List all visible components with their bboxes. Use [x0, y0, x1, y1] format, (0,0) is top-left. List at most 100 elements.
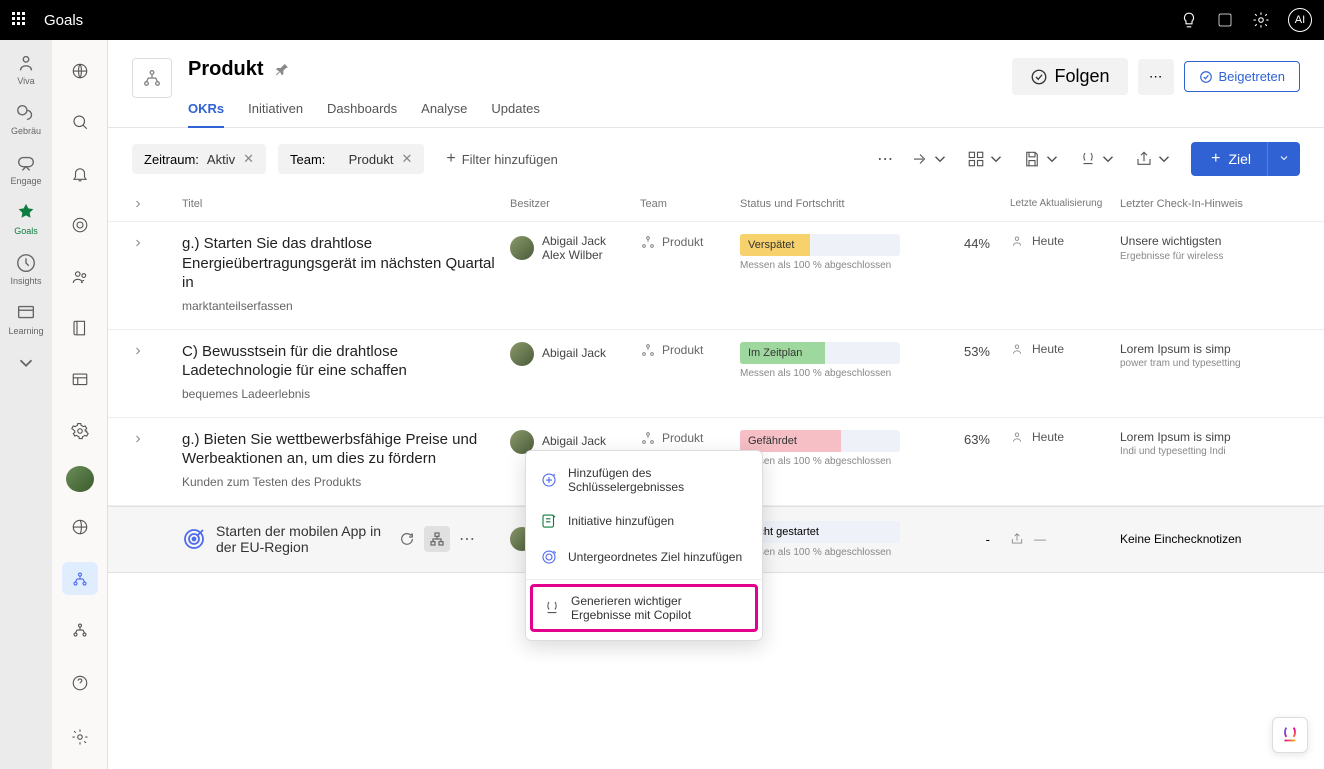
- filter-bar: Zeitraum: Aktiv ✕ Team: Produkt ✕ + Filt…: [108, 128, 1324, 190]
- clear-team-icon[interactable]: ✕: [401, 151, 412, 167]
- joined-button[interactable]: Beigetreten: [1184, 61, 1301, 92]
- checkin-sub: Ergebnisse für wireless: [1120, 250, 1300, 263]
- nav-gear[interactable]: [62, 415, 98, 449]
- tool-more[interactable]: ⋯: [877, 149, 893, 169]
- share-icon[interactable]: [1010, 532, 1024, 546]
- rail-engage[interactable]: Engage: [0, 148, 52, 190]
- checkin-sub: Indi und typesetting Indi: [1120, 445, 1300, 458]
- tool-copilot[interactable]: [1079, 150, 1117, 168]
- pin-icon[interactable]: [274, 62, 290, 78]
- rail-insights[interactable]: Insights: [0, 248, 52, 290]
- user-avatar[interactable]: AI: [1288, 8, 1312, 32]
- nav-avatar[interactable]: [66, 466, 94, 492]
- progress-value: 53%: [930, 342, 990, 359]
- nav-globe[interactable]: [62, 54, 98, 88]
- rail-viva[interactable]: Viva: [0, 48, 52, 90]
- row-title: g.) Bieten Sie wettbewerbsfähige Preise …: [182, 430, 510, 469]
- settings-icon[interactable]: [1252, 11, 1270, 29]
- avatar: [510, 342, 534, 366]
- nav-settings[interactable]: [62, 719, 98, 755]
- row-title: g.) Starten Sie das drahtlose Energieübe…: [182, 234, 510, 293]
- tool-share[interactable]: [1135, 150, 1173, 168]
- tab-analysis[interactable]: Analyse: [421, 95, 467, 128]
- updated-value: Heute: [1032, 430, 1064, 444]
- th-owner: Besitzer: [510, 198, 640, 213]
- lightbulb-icon[interactable]: [1180, 11, 1198, 29]
- new-goal-split[interactable]: [1267, 142, 1300, 176]
- tool-grid[interactable]: [967, 150, 1005, 168]
- clear-period-icon[interactable]: ✕: [243, 151, 254, 167]
- office-icon[interactable]: [1216, 11, 1234, 29]
- checkin-text: Lorem Ipsum is simp: [1120, 430, 1300, 446]
- expand-icon[interactable]: [132, 342, 182, 362]
- nav-org2[interactable]: [62, 613, 98, 647]
- tab-updates[interactable]: Updates: [491, 95, 539, 128]
- owner-name: Abigail Jack: [542, 234, 606, 248]
- expand-icon[interactable]: [132, 234, 182, 254]
- status-label: Gefährdet: [748, 435, 797, 447]
- tool-save[interactable]: [1023, 150, 1061, 168]
- add-filter-button[interactable]: + Filter hinzufügen: [436, 143, 567, 175]
- new-goal-button[interactable]: + Ziel: [1191, 142, 1271, 176]
- follow-button[interactable]: Folgen: [1012, 58, 1127, 95]
- nav-book[interactable]: [62, 312, 98, 346]
- updated-value: Heute: [1032, 342, 1064, 356]
- tab-okrs[interactable]: OKRs: [188, 95, 224, 128]
- hierarchy-icon[interactable]: [424, 526, 450, 552]
- tab-initiatives[interactable]: Initiativen: [248, 95, 303, 128]
- page-title: Produkt: [188, 58, 264, 81]
- table-row[interactable]: g.) Starten Sie das drahtlose Energieübe…: [108, 222, 1324, 330]
- menu-add-child[interactable]: Untergeordnetes Ziel hinzufügen: [526, 539, 762, 575]
- top-bar: Goals AI: [0, 0, 1324, 40]
- context-menu: Hinzufügen des Schlüsselergebnisses Init…: [525, 450, 763, 641]
- menu-add-kr[interactable]: Hinzufügen des Schlüsselergebnisses: [526, 457, 762, 503]
- second-rail: [52, 40, 108, 769]
- expand-icon[interactable]: [132, 430, 182, 450]
- th-team: Team: [640, 198, 740, 213]
- rail-gebraeu[interactable]: Gebräu: [0, 98, 52, 140]
- refresh-icon[interactable]: [394, 526, 420, 552]
- team-name: Produkt: [662, 235, 703, 249]
- menu-add-initiative[interactable]: Initiative hinzufügen: [526, 503, 762, 539]
- th-status: Status und Fortschritt: [740, 198, 930, 213]
- status-note: Messen als 100 % abgeschlossen: [740, 456, 930, 467]
- team-icon: [132, 58, 172, 98]
- tab-dashboards[interactable]: Dashboards: [327, 95, 397, 128]
- person-icon: [1010, 342, 1024, 356]
- th-title: Titel: [182, 198, 510, 213]
- nav-globe2[interactable]: [62, 510, 98, 544]
- rail-goals[interactable]: Goals: [0, 198, 52, 240]
- rail-learning[interactable]: Learning: [0, 298, 52, 340]
- more-button[interactable]: ⋯: [1138, 59, 1174, 95]
- left-rail: Viva Gebräu Engage Goals Insights Learni…: [0, 40, 52, 769]
- checkin-text: Unsere wichtigsten: [1120, 234, 1300, 250]
- row-subtitle: bequemes Ladeerlebnis: [182, 387, 510, 401]
- nav-people[interactable]: [62, 260, 98, 294]
- org-icon: [640, 342, 656, 358]
- filter-team[interactable]: Team: Produkt ✕: [278, 144, 424, 174]
- status-note: Messen als 100 % abgeschlossen: [740, 260, 930, 271]
- nav-board[interactable]: [62, 363, 98, 397]
- nav-bell[interactable]: [62, 157, 98, 191]
- nav-help[interactable]: [62, 665, 98, 701]
- nav-search[interactable]: [62, 106, 98, 140]
- page-header: Produkt OKRs Initiativen Dashboards Anal…: [108, 40, 1324, 128]
- main-content: Produkt OKRs Initiativen Dashboards Anal…: [108, 40, 1324, 769]
- row-more-icon[interactable]: ⋯: [454, 526, 480, 552]
- owner-name: Abigail Jack: [542, 434, 606, 448]
- filter-period[interactable]: Zeitraum: Aktiv ✕: [132, 144, 266, 174]
- tool-expand[interactable]: [911, 150, 949, 168]
- nav-org[interactable]: [62, 562, 98, 596]
- row-subtitle: Kunden zum Testen des Produkts: [182, 475, 510, 489]
- row-title: C) Bewusstsein für die drahtlose Ladetec…: [182, 342, 510, 381]
- table-row[interactable]: C) Bewusstsein für die drahtlose Ladetec…: [108, 330, 1324, 418]
- menu-generate-copilot[interactable]: Generieren wichtiger Ergebnisse mit Copi…: [530, 584, 758, 632]
- nav-checkin[interactable]: [62, 209, 98, 243]
- status-note: Messen als 100 % abgeschlossen: [740, 368, 930, 379]
- copilot-float-button[interactable]: [1272, 717, 1308, 753]
- rail-more[interactable]: [0, 348, 52, 380]
- app-title: Goals: [44, 12, 83, 29]
- team-name: Produkt: [662, 431, 703, 445]
- app-launcher-icon[interactable]: [12, 12, 28, 28]
- chevron-right-icon[interactable]: [132, 198, 144, 210]
